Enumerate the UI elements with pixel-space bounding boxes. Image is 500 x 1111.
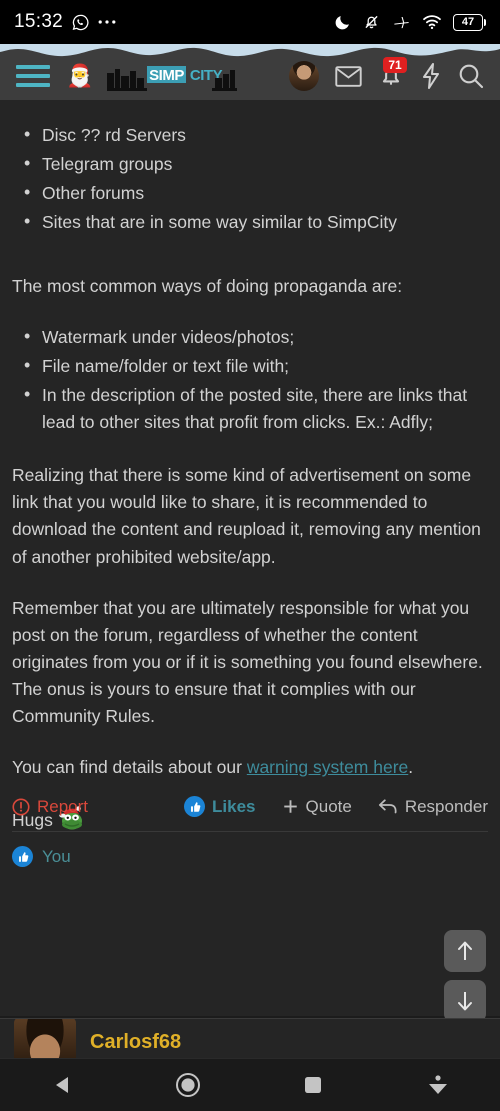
status-bar: 15:32 47 xyxy=(0,0,500,44)
battery-icon: 47 xyxy=(453,13,486,31)
paragraph-responsibility: Remember that you are ultimately respons… xyxy=(12,597,483,727)
warning-system-link[interactable]: warning system here xyxy=(247,757,408,777)
report-label: Report xyxy=(37,796,89,816)
likes-summary-label: You xyxy=(42,846,71,866)
nav-hide-button[interactable] xyxy=(375,1074,500,1096)
nav-back-button[interactable] xyxy=(0,1074,125,1096)
status-time: 15:32 xyxy=(14,11,64,32)
nav-recents-button[interactable] xyxy=(250,1075,375,1095)
more-dots-icon xyxy=(98,20,116,24)
lightning-bolt-icon[interactable] xyxy=(420,63,442,89)
likes-label: Likes xyxy=(212,796,256,816)
paragraph-propaganda-intro: The most common ways of doing propaganda… xyxy=(12,275,403,296)
list-propaganda-ways: Watermark under videos/photos; File name… xyxy=(12,323,488,437)
list-item: Telegram groups xyxy=(12,150,488,178)
site-header: 🎅 SIMP CITY 71 xyxy=(0,44,500,100)
moon-dnd-icon xyxy=(335,15,349,29)
hide-keyboard-icon xyxy=(428,1075,447,1094)
reply-arrow-icon xyxy=(378,799,397,814)
scroll-to-bottom-button[interactable] xyxy=(444,980,486,1022)
quote-label: Quote xyxy=(305,796,352,816)
list-item: Sites that are in some way similar to Si… xyxy=(12,208,488,236)
hamburger-menu-button[interactable] xyxy=(16,65,50,87)
paragraph-reupload-advice: Realizing that there is some kind of adv… xyxy=(12,465,481,567)
report-button[interactable]: Report xyxy=(12,797,88,817)
post-divider xyxy=(12,831,488,832)
android-nav-bar xyxy=(0,1058,500,1111)
paragraph-warning-system: You can find details about our warning s… xyxy=(12,754,488,781)
scroll-buttons xyxy=(444,930,486,1022)
status-bar-left: 15:32 xyxy=(14,11,116,33)
warning-prefix: You can find details about our xyxy=(12,757,247,778)
alerts-badge: 71 xyxy=(383,57,407,74)
battery-level: 47 xyxy=(461,15,475,28)
alerts-button[interactable]: 71 xyxy=(378,57,407,89)
search-icon[interactable] xyxy=(458,63,484,89)
thumbs-up-icon xyxy=(12,846,33,867)
likes-button[interactable]: Likes xyxy=(184,796,256,817)
svg-text:SIMP: SIMP xyxy=(150,67,185,84)
list-item: Watermark under videos/photos; xyxy=(12,323,488,351)
quote-button[interactable]: Quote xyxy=(282,797,352,817)
avatar[interactable] xyxy=(14,1019,76,1058)
santa-icon: 🎅 xyxy=(66,63,94,88)
reply-label: Responder xyxy=(404,796,488,816)
header-avatar[interactable] xyxy=(289,61,319,91)
screen: 15:32 47 🎅 SIMP CITY 71 • Disc ?? rd Ser… xyxy=(0,0,500,1111)
scroll-to-top-button[interactable] xyxy=(444,930,486,972)
status-bar-right: 47 xyxy=(334,13,486,31)
site-logo[interactable]: SIMP CITY xyxy=(107,59,238,93)
arrow-down-icon xyxy=(458,992,472,1011)
plus-icon xyxy=(283,800,297,813)
exclamation-circle-icon xyxy=(12,797,30,816)
list-item: Other forums xyxy=(12,179,488,207)
arrow-up-icon xyxy=(458,941,472,960)
envelope-icon[interactable] xyxy=(335,65,362,87)
airplane-mode-icon xyxy=(394,16,409,28)
next-post-username[interactable]: Carlosf68 xyxy=(90,1031,181,1054)
home-circle-icon xyxy=(175,1073,200,1097)
reply-button[interactable]: Responder xyxy=(378,797,488,817)
likes-summary-row[interactable]: You xyxy=(12,846,71,867)
recents-square-icon xyxy=(304,1077,321,1093)
thumbs-up-icon xyxy=(184,796,206,817)
whatsapp-icon xyxy=(72,14,89,30)
post-body: Disc ?? rd Servers Telegram groups Other… xyxy=(0,100,500,1016)
next-post-preview[interactable]: Carlosf68 xyxy=(0,1018,500,1058)
list-item: Disc ?? rd Servers xyxy=(12,121,488,149)
warning-suffix: . xyxy=(408,757,414,778)
wifi-icon xyxy=(423,15,441,30)
back-triangle-icon xyxy=(55,1077,68,1093)
list-item: File name/folder or text file with; xyxy=(12,352,488,380)
list-prohibited-sources: Disc ?? rd Servers Telegram groups Other… xyxy=(12,121,488,237)
nav-home-button[interactable] xyxy=(125,1072,250,1098)
post-action-bar: Report Likes Quote Responder xyxy=(12,796,488,817)
list-item: In the description of the posted site, t… xyxy=(12,381,488,436)
bell-muted-icon xyxy=(365,15,378,29)
